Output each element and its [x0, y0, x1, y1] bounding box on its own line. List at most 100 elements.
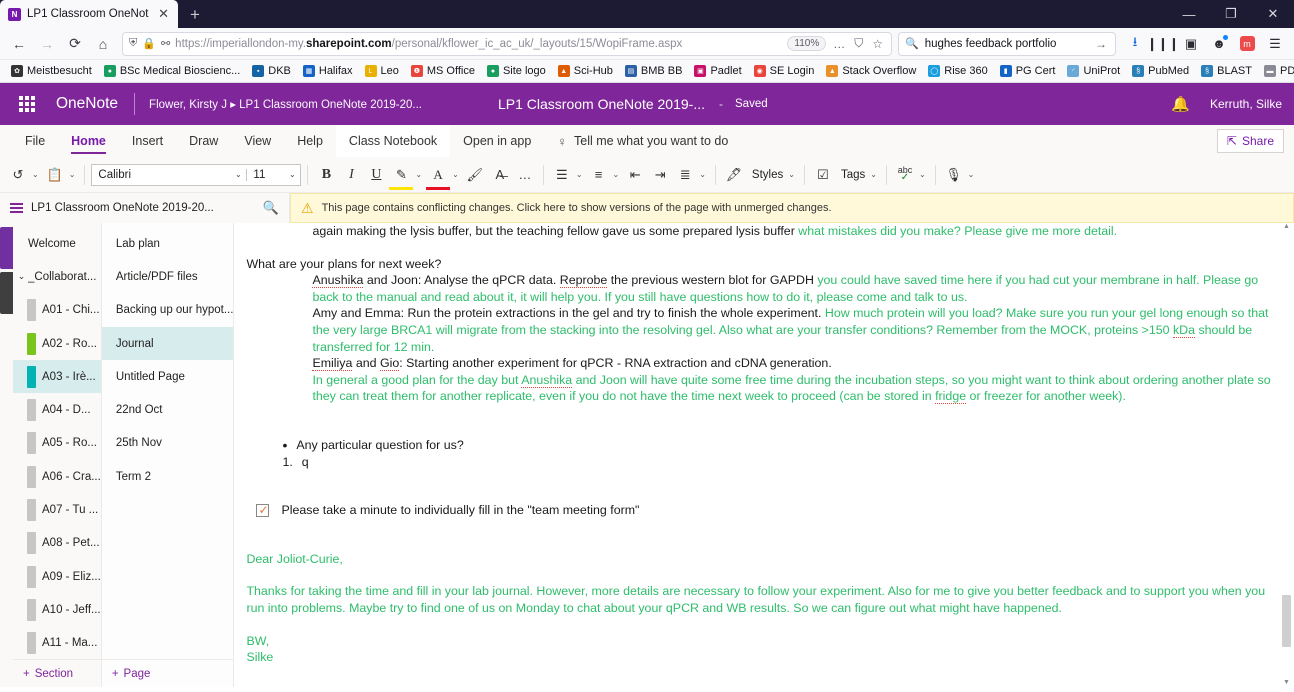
- close-icon[interactable]: ✕: [155, 6, 172, 22]
- page-item-term-2[interactable]: Term 2: [102, 460, 234, 493]
- page-item-22nd-oct[interactable]: 22nd Oct: [102, 393, 234, 426]
- align-button[interactable]: ≣: [673, 162, 697, 188]
- home-icon[interactable]: ⌂: [90, 31, 116, 57]
- search-input[interactable]: hughes feedback portfolio: [925, 38, 1087, 50]
- bookmark-item[interactable]: LLeo: [360, 63, 404, 79]
- page-item-article-pdf-files[interactable]: Article/PDF files: [102, 260, 234, 293]
- bullet-list-button[interactable]: ☰: [550, 162, 574, 188]
- section-item-welcome[interactable]: Welcome: [13, 227, 101, 260]
- styles-icon[interactable]: 🖋: [722, 162, 746, 188]
- padlock-icon[interactable]: 🔒: [142, 37, 156, 50]
- bold-button[interactable]: B: [314, 162, 338, 188]
- sidebar-icon[interactable]: ▣: [1178, 31, 1204, 57]
- pocket-icon[interactable]: ⛉: [852, 36, 865, 51]
- ribbon-tab-home[interactable]: Home: [58, 125, 119, 157]
- scroll-down-arrow-icon[interactable]: ▼: [1281, 679, 1292, 686]
- conflict-notice-bar[interactable]: ⚠ This page contains conflicting changes…: [290, 193, 1294, 223]
- bookmark-item[interactable]: ▲Sci-Hub: [553, 63, 618, 79]
- styles-chevron-down-icon[interactable]: ⌄: [787, 170, 798, 179]
- bookmark-star-icon[interactable]: ☆: [870, 37, 885, 51]
- bookmark-item[interactable]: §BLAST: [1196, 63, 1257, 79]
- bookmark-item[interactable]: ✿Meistbesucht: [6, 63, 97, 79]
- paste-button[interactable]: 📋: [43, 162, 67, 188]
- dictate-chevron-down-icon[interactable]: ⌄: [967, 170, 978, 179]
- bookmark-item[interactable]: §PubMed: [1127, 63, 1194, 79]
- font-name-input[interactable]: Calibri: [92, 169, 230, 181]
- page-item-lab-plan[interactable]: Lab plan: [102, 227, 234, 260]
- ribbon-tab-open-in-app[interactable]: Open in app: [450, 125, 544, 157]
- library-icon[interactable]: ❙❙❙: [1150, 31, 1176, 57]
- tags-icon[interactable]: ☑: [811, 162, 835, 188]
- align-chevron-down-icon[interactable]: ⌄: [698, 170, 709, 179]
- bookmark-item[interactable]: ▬PDB: [1259, 63, 1294, 79]
- bookmark-item[interactable]: ▣Padlet: [689, 63, 746, 79]
- checkbox[interactable]: [256, 504, 269, 517]
- page-item-25th-nov[interactable]: 25th Nov: [102, 427, 234, 460]
- app-launcher-icon[interactable]: [12, 96, 42, 112]
- font-color-button[interactable]: A: [426, 162, 450, 188]
- bookmark-item[interactable]: ❶MS Office: [406, 63, 480, 79]
- new-tab-button[interactable]: +: [178, 2, 212, 28]
- section-item--collaborat-[interactable]: ⌄_Collaborat...: [13, 260, 101, 293]
- clear-formatting-button[interactable]: A̶: [488, 162, 512, 188]
- section-item-a03-ir-[interactable]: A03 - Irè...: [13, 360, 101, 393]
- format-painter-button[interactable]: 🖌: [463, 162, 487, 188]
- font-size-input[interactable]: 11: [246, 169, 284, 181]
- bookmark-item[interactable]: ●BSc Medical Bioscienc...: [99, 63, 245, 79]
- bookmark-item[interactable]: ▦Halifax: [298, 63, 358, 79]
- notifications-icon[interactable]: 🔔: [1171, 95, 1190, 113]
- spelling-chevron-down-icon[interactable]: ⌄: [918, 170, 929, 179]
- back-icon[interactable]: ←: [6, 31, 32, 57]
- tags-label[interactable]: Tags: [836, 169, 868, 181]
- ribbon-tab-file[interactable]: File: [12, 125, 58, 157]
- ribbon-tab-help[interactable]: Help: [284, 125, 336, 157]
- bookmark-item[interactable]: ▪DKB: [247, 63, 296, 79]
- font-color-chevron-down-icon[interactable]: ⌄: [451, 170, 462, 179]
- more-formatting-button[interactable]: …: [513, 162, 537, 188]
- window-close-icon[interactable]: ✕: [1252, 6, 1294, 22]
- bullets-chevron-down-icon[interactable]: ⌄: [575, 170, 586, 179]
- reload-icon[interactable]: ⟳: [62, 31, 88, 57]
- zoom-level-badge[interactable]: 110%: [787, 36, 826, 51]
- vertical-scrollbar[interactable]: ▲ ▼: [1281, 223, 1292, 687]
- hamburger-icon[interactable]: [10, 203, 23, 213]
- numbering-chevron-down-icon[interactable]: ⌄: [612, 170, 623, 179]
- paste-chevron-down-icon[interactable]: ⌄: [68, 170, 79, 179]
- menu-icon[interactable]: ☰: [1262, 31, 1288, 57]
- bookmark-item[interactable]: ▤BMB BB: [620, 63, 688, 79]
- bookmark-item[interactable]: ◜UniProt: [1062, 63, 1125, 79]
- section-item-a08-pet-[interactable]: A08 - Pet...: [13, 527, 101, 560]
- decrease-indent-button[interactable]: ⇤: [623, 162, 647, 188]
- ribbon-tab-view[interactable]: View: [231, 125, 284, 157]
- section-item-a05-ro-[interactable]: A05 - Ro...: [13, 427, 101, 460]
- section-item-a07-tu-[interactable]: A07 - Tu ...: [13, 493, 101, 526]
- todo-checkbox-row[interactable]: Please take a minute to individually fil…: [242, 502, 1272, 519]
- section-item-a09-eliz-[interactable]: A09 - Eliz...: [13, 560, 101, 593]
- ribbon-tab-insert[interactable]: Insert: [119, 125, 176, 157]
- section-item-a04-d-[interactable]: A04 - D...: [13, 393, 101, 426]
- page-item-backing-up-our-hypot-[interactable]: Backing up our hypot...: [102, 294, 234, 327]
- section-item-a01-chi-[interactable]: A01 - Chi...: [13, 294, 101, 327]
- breadcrumb[interactable]: Flower, Kirsty J ▸ LP1 Classroom OneNote…: [135, 97, 422, 111]
- tab-tell-me[interactable]: ♀ Tell me what you want to do: [544, 125, 741, 157]
- highlight-chevron-down-icon[interactable]: ⌄: [414, 170, 425, 179]
- section-item-a06-cra-[interactable]: A06 - Cra...: [13, 460, 101, 493]
- account-icon[interactable]: ☻: [1206, 31, 1232, 57]
- page-canvas[interactable]: again making the lysis buffer, but the t…: [234, 223, 1294, 687]
- tags-chevron-down-icon[interactable]: ⌄: [869, 170, 880, 179]
- extension-icon[interactable]: m: [1234, 31, 1260, 57]
- search-go-icon[interactable]: →: [1093, 37, 1109, 51]
- bookmark-item[interactable]: ●Site logo: [482, 63, 551, 79]
- chevron-down-icon[interactable]: ⌄: [15, 271, 28, 282]
- search-icon[interactable]: 🔍: [263, 200, 279, 216]
- underline-button[interactable]: U: [364, 162, 388, 188]
- scroll-up-arrow-icon[interactable]: ▲: [1281, 223, 1292, 230]
- spell-check-icon[interactable]: abc✓: [893, 162, 917, 188]
- permissions-icon[interactable]: ⚯: [161, 37, 170, 50]
- styles-label[interactable]: Styles: [747, 169, 786, 181]
- scrollbar-thumb[interactable]: [1282, 595, 1291, 647]
- italic-button[interactable]: I: [339, 162, 363, 188]
- section-item-a02-ro-[interactable]: A02 - Ro...: [13, 327, 101, 360]
- forward-icon[interactable]: →: [34, 31, 60, 57]
- highlight-button[interactable]: ✎: [389, 162, 413, 188]
